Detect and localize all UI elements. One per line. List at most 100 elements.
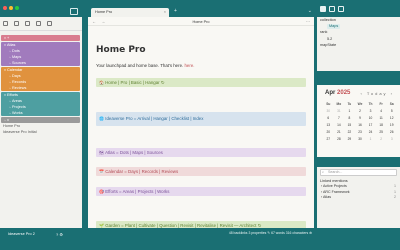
calendar-day[interactable]: 4: [376, 109, 387, 113]
calendar-day[interactable]: 29: [344, 137, 355, 141]
calendar-day[interactable]: 3: [386, 137, 397, 141]
callout-efforts[interactable]: 🎯 Efforts = Areas | Projects | Works: [96, 187, 306, 196]
calendar-day[interactable]: 15: [344, 123, 355, 127]
more-options-icon[interactable]: ⋯: [306, 19, 310, 24]
intro-link[interactable]: here.: [184, 63, 194, 68]
properties-tab-icon[interactable]: [320, 6, 326, 12]
callout-text: Efforts = Areas | Projects | Works: [105, 189, 170, 194]
calendar-day[interactable]: 19: [386, 123, 397, 127]
new-tab-icon[interactable]: +: [174, 8, 177, 14]
backlinks-panel: ⌕ Search... Linked mentions › Active Pro…: [317, 167, 400, 228]
backlinks-search-input[interactable]: ⌕ Search...: [320, 169, 397, 176]
callout-text: Ideaverse Pro = Arrival | Hangar | Check…: [105, 116, 204, 121]
tab-label: Home Pro: [95, 10, 113, 14]
calendar-day[interactable]: 14: [334, 123, 345, 127]
calendar-day[interactable]: 20: [323, 130, 334, 134]
view-header-title[interactable]: Home Pro: [88, 20, 314, 24]
calendar-weekday: Fr: [379, 102, 383, 106]
calendar-day[interactable]: 27: [323, 137, 334, 141]
tree-item-reviews[interactable]: › Reviews: [1, 85, 80, 91]
minimize-window-button[interactable]: [9, 6, 13, 10]
calendar-day[interactable]: 30: [355, 137, 366, 141]
vault-switcher[interactable]: Ideaverse Pro 2 ? ⚙: [0, 228, 82, 250]
calendar-day[interactable]: 13: [323, 123, 334, 127]
tree-item-label: Days: [12, 74, 21, 78]
calendar-nav[interactable]: ‹ Today ›: [361, 91, 395, 96]
property-tag[interactable]: Maps: [327, 24, 341, 30]
outline-tab-icon[interactable]: [338, 6, 344, 12]
calendar-day[interactable]: 1: [365, 137, 376, 141]
calendar-day[interactable]: 3: [365, 109, 376, 113]
view-header: ← → Home Pro ⋯: [88, 17, 314, 26]
callout-home[interactable]: 🏠 Home | Pro | Basic | Hangar ↻: [96, 78, 306, 87]
calendar-day[interactable]: 12: [386, 116, 397, 120]
intro-text: Your launchpad and home base. That's her…: [96, 63, 185, 68]
calendar-day[interactable]: 26: [386, 130, 397, 134]
new-folder-icon[interactable]: [14, 21, 19, 26]
calendar-day[interactable]: 24: [365, 130, 376, 134]
calendar-day[interactable]: 10: [365, 116, 376, 120]
tab-home-pro[interactable]: Home Pro ×: [91, 8, 169, 17]
status-text[interactable]: 48 backlinks 3 properties ✎ 67 words 316…: [229, 231, 312, 235]
folder-plus[interactable]: ▾+: [1, 35, 80, 41]
tree-item-sources[interactable]: › Sources: [1, 60, 80, 66]
callout-atlas[interactable]: 🗺 Atlas = Dots | Maps | Sources: [96, 148, 306, 157]
close-window-button[interactable]: [3, 6, 7, 10]
calendar-day[interactable]: 9: [355, 116, 366, 120]
folder-label: Atlas: [7, 43, 16, 47]
sidebar-toggle-icon[interactable]: [70, 8, 78, 15]
window-controls: [3, 6, 19, 10]
tree-item-label: Maps: [12, 55, 22, 59]
folder-label: Calendar: [7, 68, 23, 72]
search-icon: ⌕: [322, 170, 325, 174]
intro-paragraph: Your launchpad and home base. That's her…: [96, 63, 195, 68]
calendar-day[interactable]: 6: [323, 116, 334, 120]
calendar-day[interactable]: 1: [344, 109, 355, 113]
folder-label: +: [7, 36, 10, 40]
calendar-day[interactable]: 5: [386, 109, 397, 113]
vault-name[interactable]: Ideaverse Pro 2: [8, 232, 35, 236]
calendar-tab-icon[interactable]: [329, 6, 335, 12]
calendar-day[interactable]: 7: [334, 116, 345, 120]
calendar-day[interactable]: 18: [376, 123, 387, 127]
calendar-day[interactable]: 21: [334, 130, 345, 134]
calendar-day[interactable]: 16: [355, 123, 366, 127]
new-note-icon[interactable]: [3, 21, 8, 26]
callout-calendar[interactable]: 📅 Calendar = Days | Records | Reviews: [96, 167, 306, 176]
zoom-window-button[interactable]: [15, 6, 19, 10]
folder-efforts[interactable]: ▾Efforts › Areas › Projects › Works: [1, 92, 80, 116]
folder-atlas[interactable]: ▾Atlas › Dots › Maps › Sources: [1, 42, 80, 66]
sort-icon[interactable]: [25, 21, 30, 26]
calendar-day[interactable]: 11: [376, 116, 387, 120]
calendar-day[interactable]: 31: [334, 109, 345, 113]
backlink-label: Active Projects: [323, 184, 347, 188]
file-tree: ▾+ ▾Atlas › Dots › Maps › Sources ▾Calendar…: [0, 31, 82, 135]
calendar-day[interactable]: 17: [365, 123, 376, 127]
calendar-day[interactable]: 28: [334, 137, 345, 141]
calendar-day[interactable]: 23: [355, 130, 366, 134]
collapse-all-icon[interactable]: [36, 21, 41, 26]
close-icon[interactable]: ×: [164, 8, 166, 17]
backlink-row[interactable]: › Atlas 2: [317, 195, 400, 201]
folder-calendar[interactable]: ▾Calendar › Days › Records › Reviews: [1, 67, 80, 91]
folder-x[interactable]: › x: [1, 117, 80, 123]
file-explorer: ▾+ ▾Atlas › Dots › Maps › Sources ▾Calendar…: [0, 17, 82, 228]
globe-icon: 🌐: [99, 116, 104, 121]
callout-garden[interactable]: 🌱 Garden = Plant | Cultivate | Question …: [96, 221, 306, 228]
calendar-day[interactable]: 30: [323, 109, 334, 113]
tree-item-label: Areas: [12, 99, 22, 103]
calendar-day[interactable]: 8: [344, 116, 355, 120]
calendar-weekday: Su: [326, 102, 331, 106]
expand-icon[interactable]: [47, 21, 52, 26]
file-ideaverse-pro-initial[interactable]: Ideaverse Pro Initial: [0, 130, 82, 136]
calendar-day[interactable]: 22: [344, 130, 355, 134]
tree-item-label: Sources: [12, 61, 26, 65]
calendar-day[interactable]: 2: [355, 109, 366, 113]
calendar-weekday: Sa: [389, 102, 394, 106]
help-settings-icon[interactable]: ? ⚙: [56, 232, 63, 237]
calendar-day[interactable]: 25: [376, 130, 387, 134]
tree-item-works[interactable]: › Works: [1, 110, 80, 116]
callout-ideaverse[interactable]: 🌐 Ideaverse Pro = Arrival | Hangar | Che…: [96, 112, 306, 126]
tab-list-icon[interactable]: ⌄: [308, 8, 312, 14]
calendar-day[interactable]: 2: [376, 137, 387, 141]
